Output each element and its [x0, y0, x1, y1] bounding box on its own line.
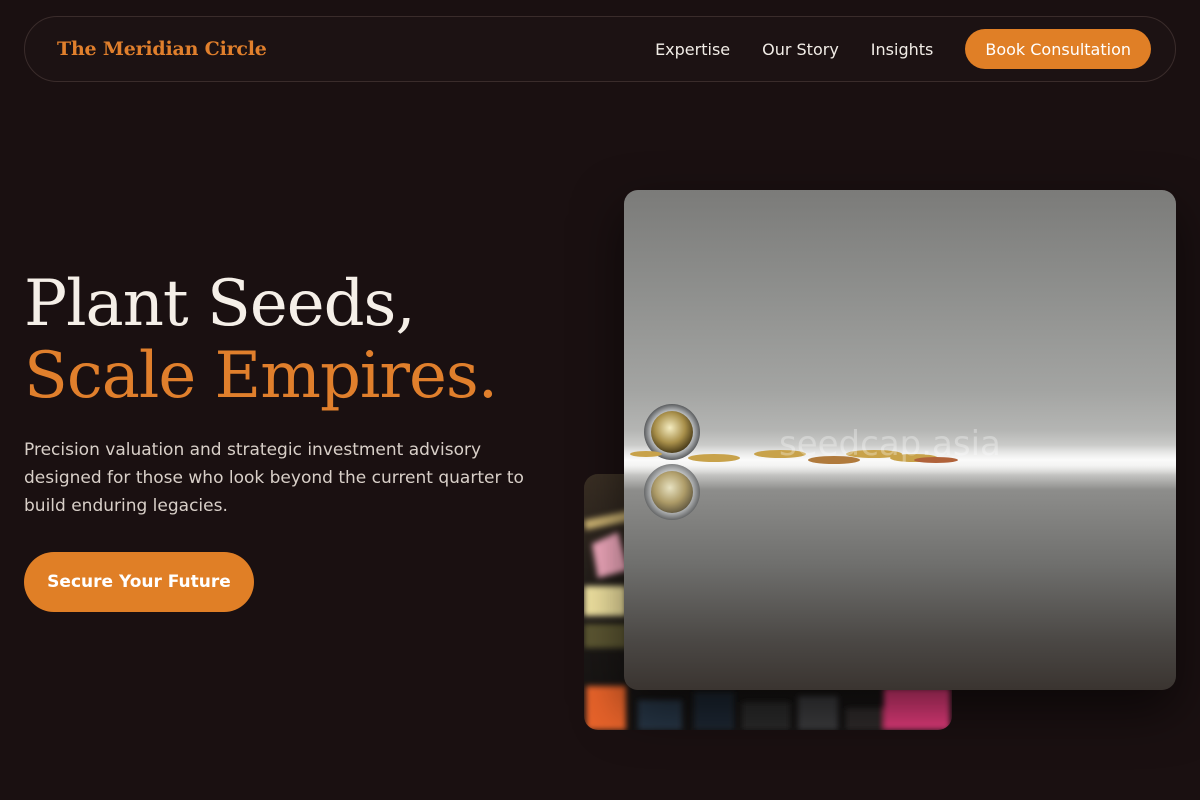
hero-headline: Plant Seeds, Scale Empires. — [24, 267, 498, 413]
secure-future-button[interactable]: Secure Your Future — [24, 552, 254, 612]
nav-link-our-story[interactable]: Our Story — [762, 40, 839, 59]
coins-illustration: seedcap.asia — [624, 404, 1176, 520]
headline-line-1: Plant Seeds, — [24, 267, 416, 341]
nav-link-expertise[interactable]: Expertise — [655, 40, 730, 59]
watermark: seedcap.asia — [779, 424, 1001, 464]
nav-link-insights[interactable]: Insights — [871, 40, 934, 59]
book-consultation-button[interactable]: Book Consultation — [965, 29, 1151, 69]
top-nav: The Meridian Circle Expertise Our Story … — [24, 16, 1176, 82]
nav-links: Expertise Our Story Insights Book Consul… — [655, 29, 1151, 69]
coins-photo: seedcap.asia — [624, 190, 1176, 690]
headline-line-2: Scale Empires. — [24, 339, 498, 413]
brand-logo[interactable]: The Meridian Circle — [57, 38, 267, 60]
hero-description: Precision valuation and strategic invest… — [24, 440, 524, 516]
